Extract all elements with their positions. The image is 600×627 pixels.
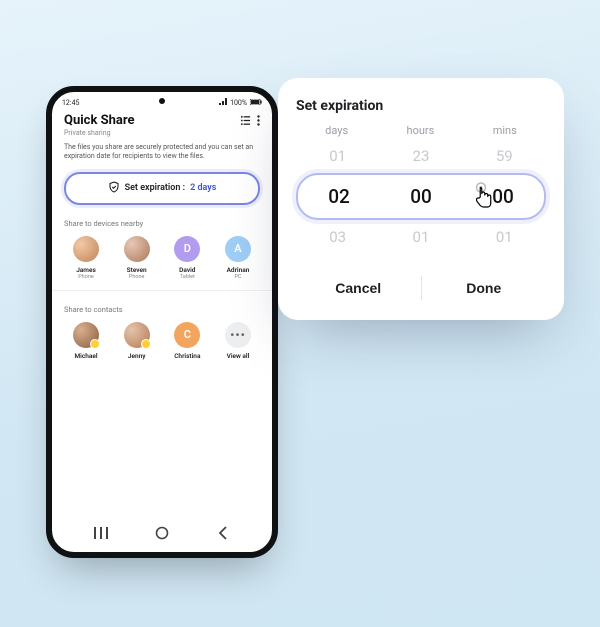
shield-icon xyxy=(108,181,120,196)
device-type: Phone xyxy=(129,274,145,280)
picker-value: 02 xyxy=(298,185,379,208)
home-button[interactable] xyxy=(155,526,169,540)
picker-prev-row: 01 23 59 xyxy=(296,141,546,171)
nearby-devices-list: James Phone Steven Phone D David Tablet … xyxy=(64,236,260,280)
nearby-device[interactable]: A Adrinan PC xyxy=(216,236,260,280)
device-type: Phone xyxy=(78,274,94,280)
recents-button[interactable] xyxy=(94,527,108,539)
picker-value: 01 xyxy=(296,147,379,165)
cancel-button[interactable]: Cancel xyxy=(296,274,421,302)
nav-bar xyxy=(52,516,272,552)
avatar xyxy=(124,236,150,262)
battery-label: 100% xyxy=(230,99,247,107)
contact-name: Christina xyxy=(174,352,200,360)
time-picker[interactable]: 01 23 59 02 00 00 03 01 01 xyxy=(296,141,546,252)
signal-icon xyxy=(219,98,227,107)
mins-label: mins xyxy=(493,124,517,137)
picker-value: 03 xyxy=(296,228,379,246)
status-time: 12:45 xyxy=(62,99,79,107)
contacts-list: Michael Jenny C Christina ••• View all xyxy=(64,322,260,360)
nearby-section-label: Share to devices nearby xyxy=(64,219,260,228)
set-expiration-button[interactable]: Set expiration : 2 days xyxy=(64,172,260,205)
divider xyxy=(52,290,272,291)
status-badge-icon xyxy=(141,339,151,349)
contact-name: Jenny xyxy=(128,352,146,360)
days-label: days xyxy=(325,124,348,137)
phone-frame: 12:45 100% Quick Share Private sharing xyxy=(46,86,278,558)
contact[interactable]: Jenny xyxy=(115,322,159,360)
contact[interactable]: C Christina xyxy=(165,322,209,360)
device-type: Tablet xyxy=(180,274,195,280)
contact[interactable]: Michael xyxy=(64,322,108,360)
picker-next-row: 03 01 01 xyxy=(296,222,546,252)
picker-value: 01 xyxy=(380,228,463,246)
page-description: The files you share are securely protect… xyxy=(64,143,260,162)
expiration-value: 2 days xyxy=(190,183,216,193)
picker-value: 59 xyxy=(463,147,546,165)
picker-column-labels: days hours mins xyxy=(296,124,546,137)
avatar xyxy=(73,236,99,262)
camera-notch xyxy=(159,98,165,104)
dialog-title: Set expiration xyxy=(296,98,546,114)
hours-label: hours xyxy=(407,124,435,137)
expiration-label: Set expiration : xyxy=(125,183,185,193)
done-button[interactable]: Done xyxy=(422,274,547,302)
battery-icon xyxy=(250,99,262,107)
expiration-picker-dialog: Set expiration days hours mins 01 23 59 … xyxy=(278,78,564,320)
view-all-button[interactable]: ••• View all xyxy=(216,322,260,360)
avatar: C xyxy=(174,322,200,348)
device-name: Steven xyxy=(127,266,147,274)
page-title: Quick Share xyxy=(64,113,135,128)
avatar: A xyxy=(225,236,251,262)
picker-value: 00 xyxy=(380,185,461,208)
nearby-device[interactable]: Steven Phone xyxy=(115,236,159,280)
nearby-device[interactable]: D David Tablet xyxy=(165,236,209,280)
device-name: James xyxy=(76,266,96,274)
contact-name: Michael xyxy=(74,352,97,360)
contacts-section-label: Share to contacts xyxy=(64,305,260,314)
more-icon[interactable] xyxy=(257,115,260,129)
picker-value: 01 xyxy=(463,228,546,246)
back-button[interactable] xyxy=(216,526,230,540)
contact-name: View all xyxy=(227,352,250,360)
list-icon[interactable] xyxy=(240,115,251,129)
picker-value: 23 xyxy=(380,147,463,165)
device-name: Adrinan xyxy=(227,266,250,274)
avatar: D xyxy=(174,236,200,262)
device-type: PC xyxy=(234,274,241,280)
nearby-device[interactable]: James Phone xyxy=(64,236,108,280)
picker-value: 00 xyxy=(462,185,543,208)
status-badge-icon xyxy=(90,339,100,349)
page-subtitle: Private sharing xyxy=(64,129,135,137)
picker-selected-row[interactable]: 02 00 00 xyxy=(296,173,546,220)
more-icon: ••• xyxy=(225,322,251,348)
device-name: David xyxy=(179,266,195,274)
